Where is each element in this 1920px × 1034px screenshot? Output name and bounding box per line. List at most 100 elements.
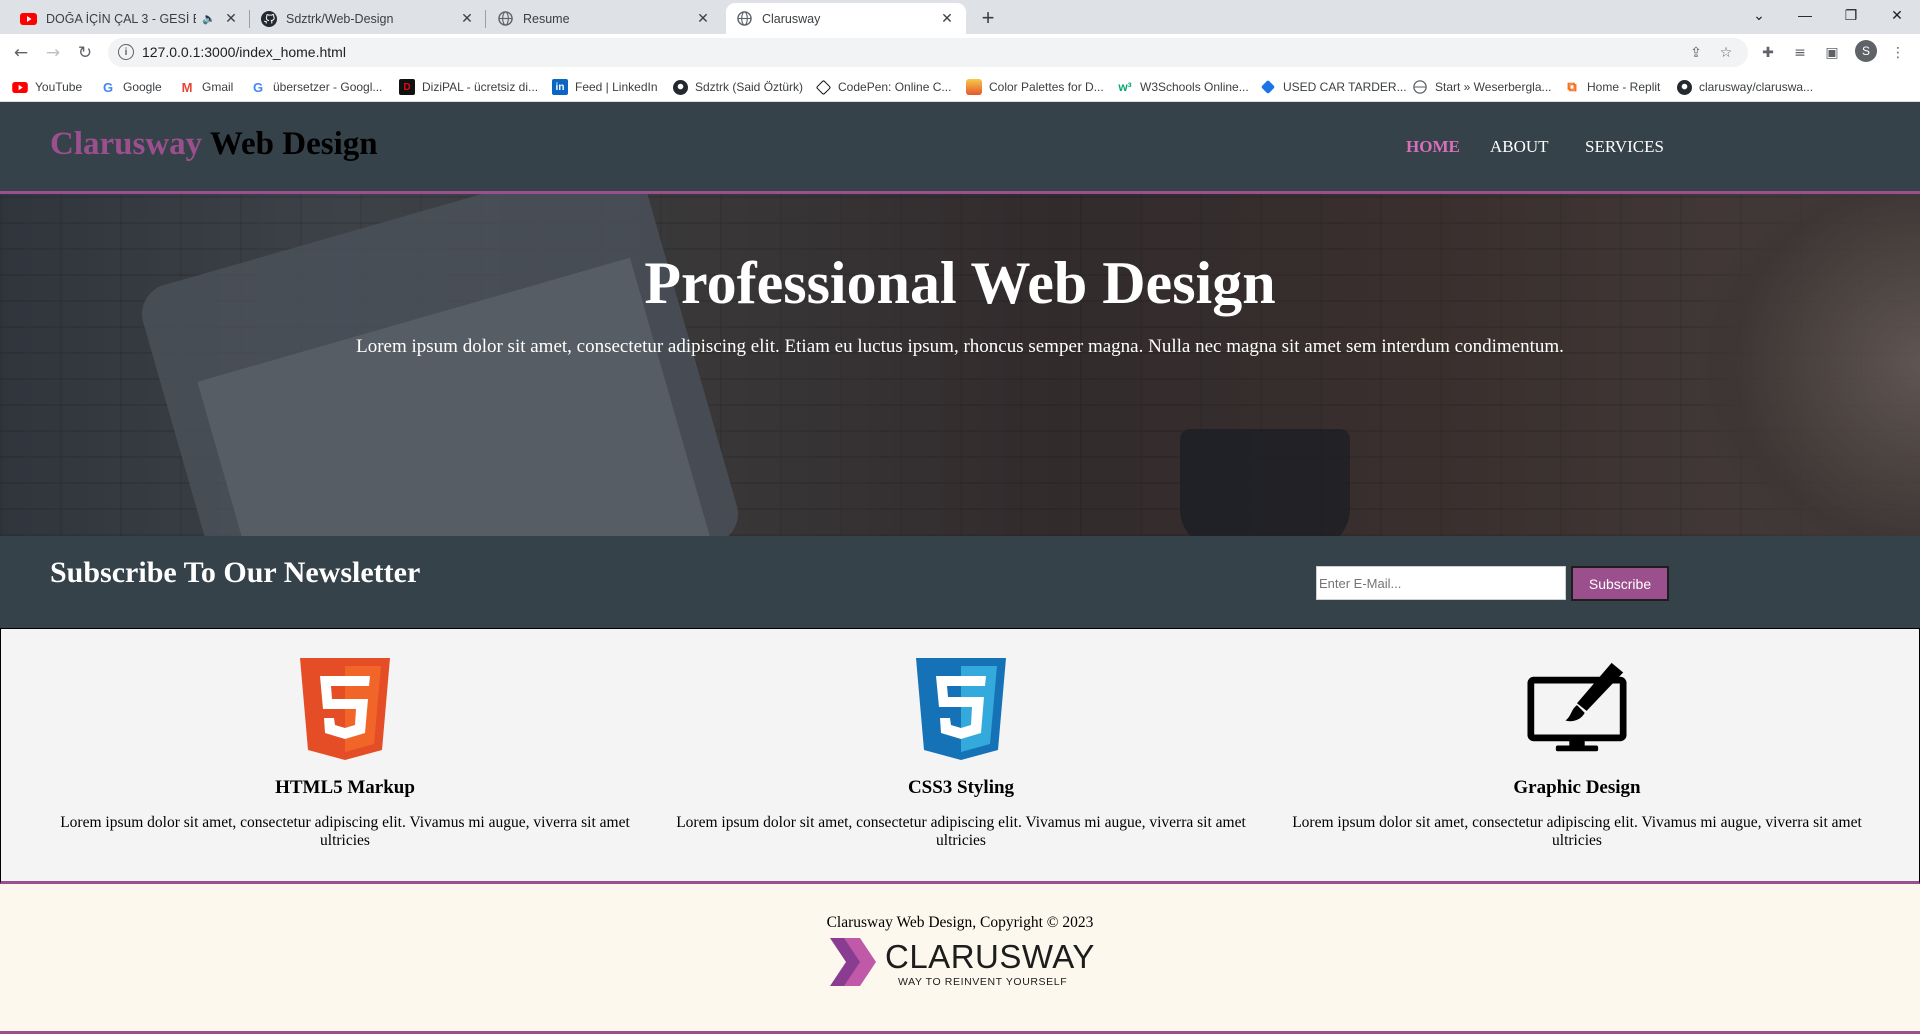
bookmark-clarusway-github[interactable]: clarusway/claruswa...: [1676, 77, 1813, 97]
new-tab-button[interactable]: +: [975, 5, 1001, 31]
globe-icon: [1412, 79, 1428, 95]
newsletter-title: Subscribe To Our Newsletter: [50, 556, 421, 589]
browser-toolbar: ← → ↻ i 127.0.0.1:3000/index_home.html ⇪…: [0, 34, 1920, 71]
hero-showcase: Professional Web Design Lorem ipsum dolo…: [0, 194, 1920, 536]
bookmark-color-palettes[interactable]: Color Palettes for D...: [966, 77, 1104, 97]
share-icon[interactable]: ⇪: [1686, 43, 1706, 63]
google-icon: G: [102, 79, 114, 95]
web-page: Clarusway Web Design HOME ABOUT SERVICES…: [0, 102, 1920, 1034]
bookmark-dizipal[interactable]: D DiziPAL - ücretsiz di...: [399, 77, 538, 97]
codepen-icon: [815, 79, 832, 95]
close-tab-icon[interactable]: ✕: [938, 10, 956, 28]
box-title: Graphic Design: [1513, 777, 1641, 798]
restore-button[interactable]: ❐: [1828, 0, 1874, 30]
tab-resume[interactable]: Resume ✕: [487, 3, 722, 34]
bookmark-w3schools[interactable]: w³ W3Schools Online...: [1117, 77, 1248, 97]
close-window-button[interactable]: ✕: [1874, 0, 1920, 30]
chevron-logo-icon: [830, 938, 876, 986]
tab-title: DOĞA İÇİN ÇAL 3 - GESİ BAĞ: [46, 11, 196, 26]
github-icon: [1676, 79, 1692, 95]
box-text: Lorem ipsum dolor sit amet, consectetur …: [676, 814, 1246, 849]
globe-icon: [497, 10, 514, 27]
tab-divider: [485, 10, 486, 28]
nav-services[interactable]: SERVICES: [1585, 137, 1664, 157]
bookmark-linkedin[interactable]: in Feed | LinkedIn: [552, 77, 658, 97]
box-title: HTML5 Markup: [275, 777, 415, 798]
github-icon: [260, 10, 277, 27]
tab-clarusway[interactable]: Clarusway ✕: [726, 3, 966, 34]
linkedin-icon: in: [552, 79, 568, 95]
brand-tagline: WAY TO REINVENT YOURSELF: [898, 976, 1068, 988]
tab-search-icon[interactable]: ⌄: [1736, 0, 1782, 30]
bookmark-translate[interactable]: Gübersetzer - Googl...: [250, 77, 382, 97]
address-bar[interactable]: i 127.0.0.1:3000/index_home.html ⇪ ☆: [108, 38, 1748, 67]
close-tab-icon[interactable]: ✕: [222, 10, 240, 28]
box-title: CSS3 Styling: [907, 777, 1015, 798]
brand-wordmark: CLARUSWAY: [885, 938, 1095, 975]
nav-about[interactable]: ABOUT: [1490, 137, 1549, 157]
w3schools-icon: w³: [1118, 80, 1132, 94]
bookmark-used-car[interactable]: USED CAR TARDER...: [1260, 77, 1407, 97]
background-overlay: [0, 194, 1920, 536]
copyright-text: Clarusway Web Design, Copyright © 2023: [826, 914, 1094, 931]
url-text[interactable]: 127.0.0.1:3000/index_home.html: [142, 44, 346, 60]
browser-tab-strip: DOĞA İÇİN ÇAL 3 - GESİ BAĞ 🔈 ✕ Sdztrk/We…: [0, 0, 1920, 34]
dizipal-icon: D: [399, 79, 415, 95]
bookmark-label: Feed | LinkedIn: [575, 80, 658, 94]
tab-youtube[interactable]: DOĞA İÇİN ÇAL 3 - GESİ BAĞ 🔈 ✕: [10, 3, 250, 34]
nav-home[interactable]: HOME: [1406, 137, 1460, 157]
replit-icon: ⧉: [1567, 79, 1577, 94]
side-panel-icon[interactable]: ▣: [1821, 42, 1843, 64]
css3-icon: [911, 658, 1011, 760]
tab-title: Sdztrk/Web-Design: [286, 11, 394, 26]
close-tab-icon[interactable]: ✕: [458, 10, 476, 28]
reload-icon[interactable]: ↻: [72, 40, 98, 66]
bookmark-label: Home - Replit: [1587, 80, 1661, 94]
site-header: Clarusway Web Design HOME ABOUT SERVICES: [0, 102, 1920, 194]
reading-list-icon[interactable]: ≡: [1789, 42, 1811, 64]
bookmark-codepen[interactable]: CodePen: Online C...: [815, 77, 951, 97]
bookmark-label: Gmail: [202, 80, 234, 94]
github-icon: [672, 79, 688, 95]
box-css3: CSS3 Styling Lorem ipsum dolor sit amet,…: [661, 629, 1261, 879]
menu-icon[interactable]: ⋮: [1887, 42, 1909, 64]
bookmark-youtube[interactable]: YouTube: [12, 77, 82, 97]
speaker-icon[interactable]: 🔈: [202, 12, 216, 25]
bookmark-label: Google: [123, 80, 162, 94]
tab-github[interactable]: Sdztrk/Web-Design ✕: [250, 3, 486, 34]
tab-title: Resume: [523, 11, 570, 26]
bookmark-label: YouTube: [35, 80, 83, 94]
google-icon: G: [252, 79, 264, 95]
email-input[interactable]: [1316, 566, 1566, 600]
bookmark-weserbergland[interactable]: Start » Weserbergla...: [1412, 77, 1552, 97]
bookmark-gmail[interactable]: M Gmail: [179, 77, 234, 97]
tab-title: Clarusway: [762, 11, 821, 26]
palette-icon: [966, 79, 982, 95]
bookmark-google[interactable]: G Google: [100, 77, 162, 97]
forward-icon[interactable]: →: [40, 40, 66, 66]
html5-icon: [295, 658, 395, 760]
gmail-icon: M: [181, 79, 193, 95]
newsletter-section: Subscribe To Our Newsletter Subscribe: [0, 536, 1920, 628]
site-logo[interactable]: Clarusway Web Design: [50, 126, 378, 163]
box-graphic-design: Graphic Design Lorem ipsum dolor sit ame…: [1277, 629, 1877, 879]
bookmark-github-profile[interactable]: Sdztrk (Said Öztürk): [672, 77, 803, 97]
subscribe-button[interactable]: Subscribe: [1571, 566, 1669, 601]
logo-highlight: Clarusway: [50, 126, 203, 162]
box-text: Lorem ipsum dolor sit amet, consectetur …: [60, 814, 630, 849]
extensions-icon[interactable]: ✚: [1757, 42, 1779, 64]
hero-text: Lorem ipsum dolor sit amet, consectetur …: [356, 336, 1564, 357]
youtube-icon: [20, 10, 37, 27]
box-html5: HTML5 Markup Lorem ipsum dolor sit amet,…: [45, 629, 645, 879]
bookmark-replit[interactable]: ⧉ Home - Replit: [1564, 77, 1660, 97]
close-tab-icon[interactable]: ✕: [694, 10, 712, 28]
back-icon[interactable]: ←: [8, 40, 34, 66]
bookmark-label: clarusway/claruswa...: [1699, 80, 1814, 94]
bookmark-label: USED CAR TARDER...: [1283, 80, 1407, 94]
site-info-icon[interactable]: i: [118, 44, 134, 60]
minimize-button[interactable]: —: [1782, 0, 1828, 30]
bookmark-star-icon[interactable]: ☆: [1716, 43, 1736, 63]
profile-avatar[interactable]: S: [1855, 40, 1877, 62]
clarusway-logo: CLARUSWAY WAY TO REINVENT YOURSELF: [828, 934, 1098, 994]
bookmark-label: Sdztrk (Said Öztürk): [695, 80, 804, 94]
